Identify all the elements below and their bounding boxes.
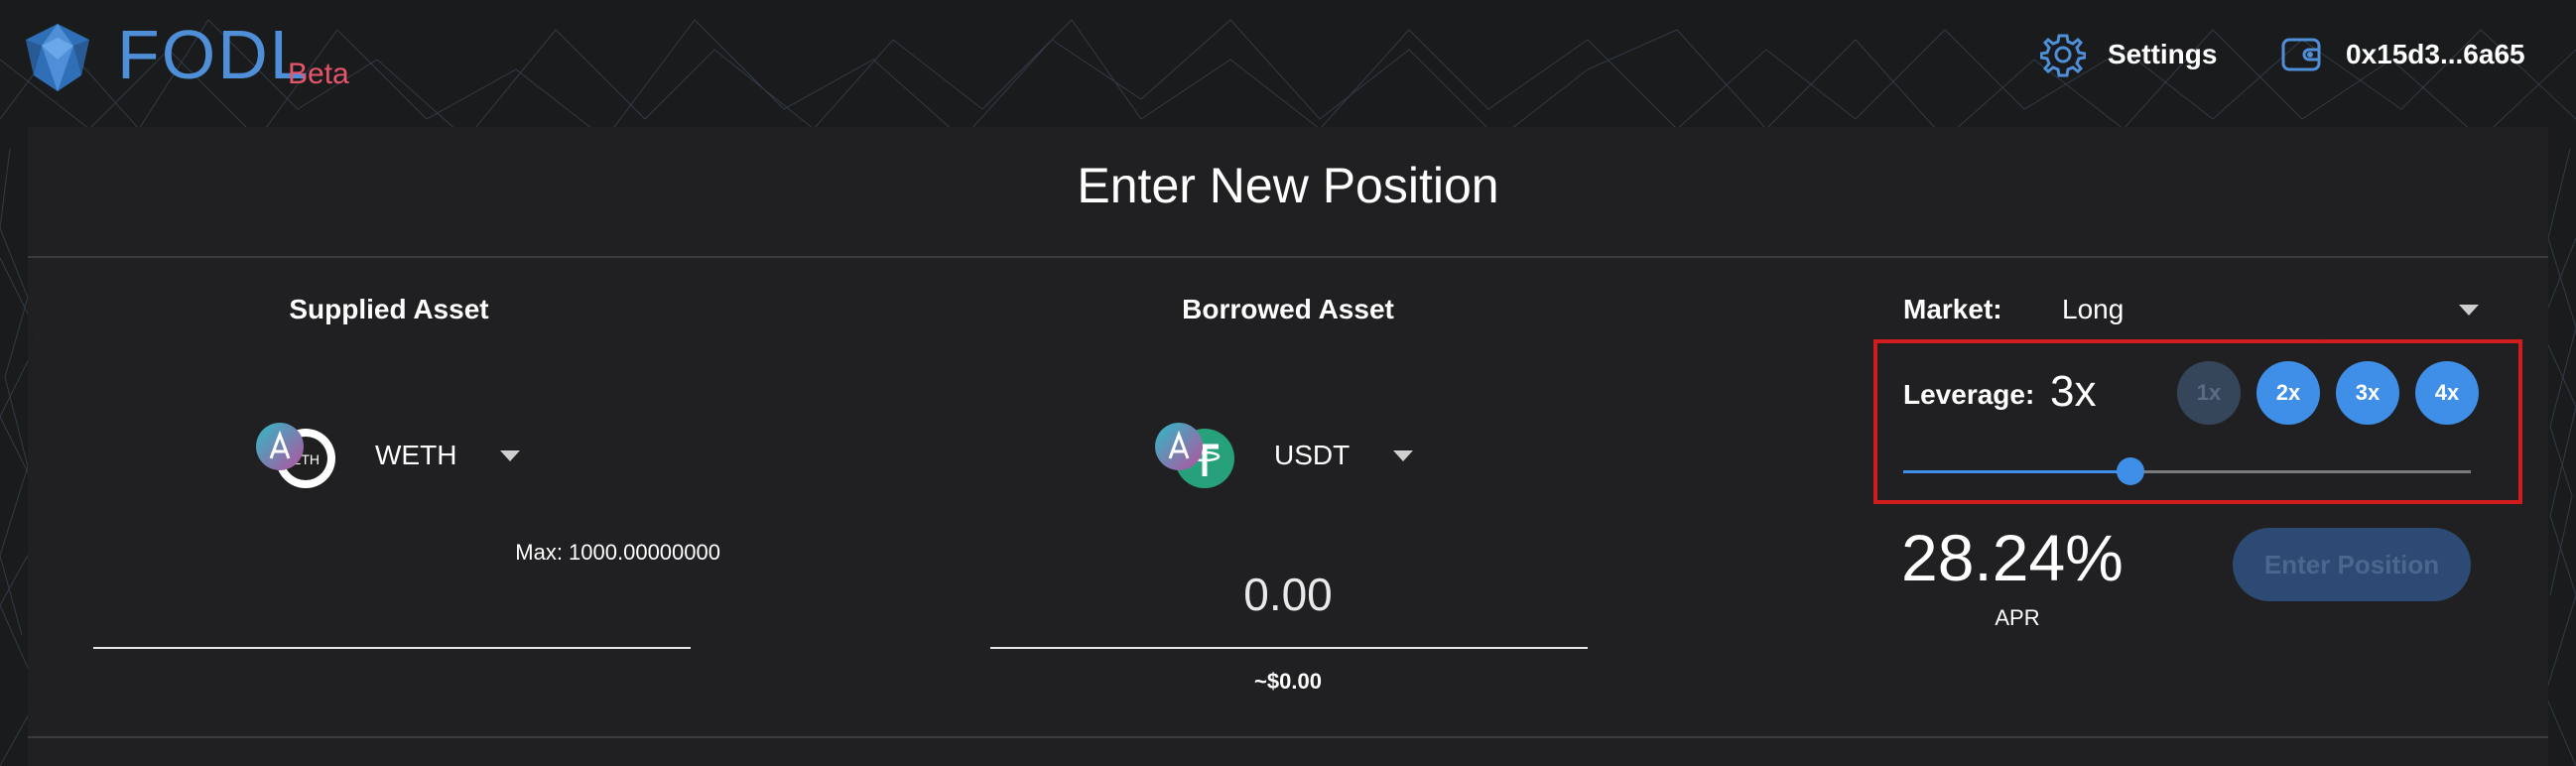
wallet-icon [2281, 38, 2321, 71]
fodl-logo-icon [26, 24, 89, 91]
wallet-address: 0x15d3...6a65 [2346, 39, 2525, 69]
max-balance[interactable]: Max: 1000.00000000 [403, 540, 720, 566]
title-divider [28, 256, 2548, 258]
weth-token-icon: ETH [256, 423, 335, 488]
top-navbar: FODL Beta Settings 0x15d3...6a65 [0, 0, 2576, 111]
panel-bottom-divider [28, 736, 2548, 738]
aave-icon [256, 423, 304, 470]
usdt-token-icon [1155, 423, 1234, 488]
page-title: Enter New Position [1077, 158, 1499, 213]
borrowed-asset-select[interactable]: USDT [1153, 421, 1414, 490]
leverage-label: Leverage: [1903, 379, 2035, 410]
borrowed-amount-input[interactable]: 0.00 [990, 568, 1586, 621]
borrowed-asset-title: Borrowed Asset [1182, 294, 1394, 324]
leverage-3x-button[interactable]: 3x [2336, 361, 2399, 425]
leverage-slider[interactable] [1903, 457, 2471, 485]
leverage-2x-button[interactable]: 2x [2256, 361, 2320, 425]
leverage-4x-button[interactable]: 4x [2415, 361, 2479, 425]
settings-button[interactable]: Settings [2040, 30, 2217, 79]
chevron-down-icon [500, 449, 521, 461]
brand-name: FODL [117, 16, 311, 93]
borrowed-amount-underline [990, 647, 1588, 649]
aave-icon [1155, 423, 1203, 470]
chevron-down-icon[interactable] [2459, 305, 2479, 316]
supplied-amount-input[interactable] [93, 647, 691, 649]
chevron-down-icon [1393, 449, 1414, 461]
wallet-button[interactable]: 0x15d3...6a65 [2280, 30, 2525, 79]
supplied-asset-select[interactable]: ETH WETH [254, 421, 521, 490]
apr-value: 28.24% [1901, 521, 2124, 594]
apr-label: APR [1995, 605, 2040, 630]
supplied-asset-name: WETH [375, 440, 457, 470]
enter-position-button[interactable]: Enter Position [2233, 528, 2471, 601]
borrowed-usd-value: ~$0.00 [1254, 669, 1322, 694]
market-select[interactable]: Long [2062, 294, 2124, 325]
leverage-slider-fill [1903, 470, 2130, 473]
leverage-value: 3x [2050, 367, 2097, 416]
supplied-asset-title: Supplied Asset [289, 294, 489, 324]
leverage-slider-thumb[interactable] [2116, 457, 2144, 485]
gear-icon [2040, 34, 2086, 77]
borrowed-asset-name: USDT [1274, 440, 1351, 470]
market-label: Market: [1903, 294, 2002, 324]
settings-label: Settings [2108, 39, 2218, 69]
leverage-1x-button[interactable]: 1x [2177, 361, 2241, 425]
beta-badge: Beta [288, 58, 349, 90]
